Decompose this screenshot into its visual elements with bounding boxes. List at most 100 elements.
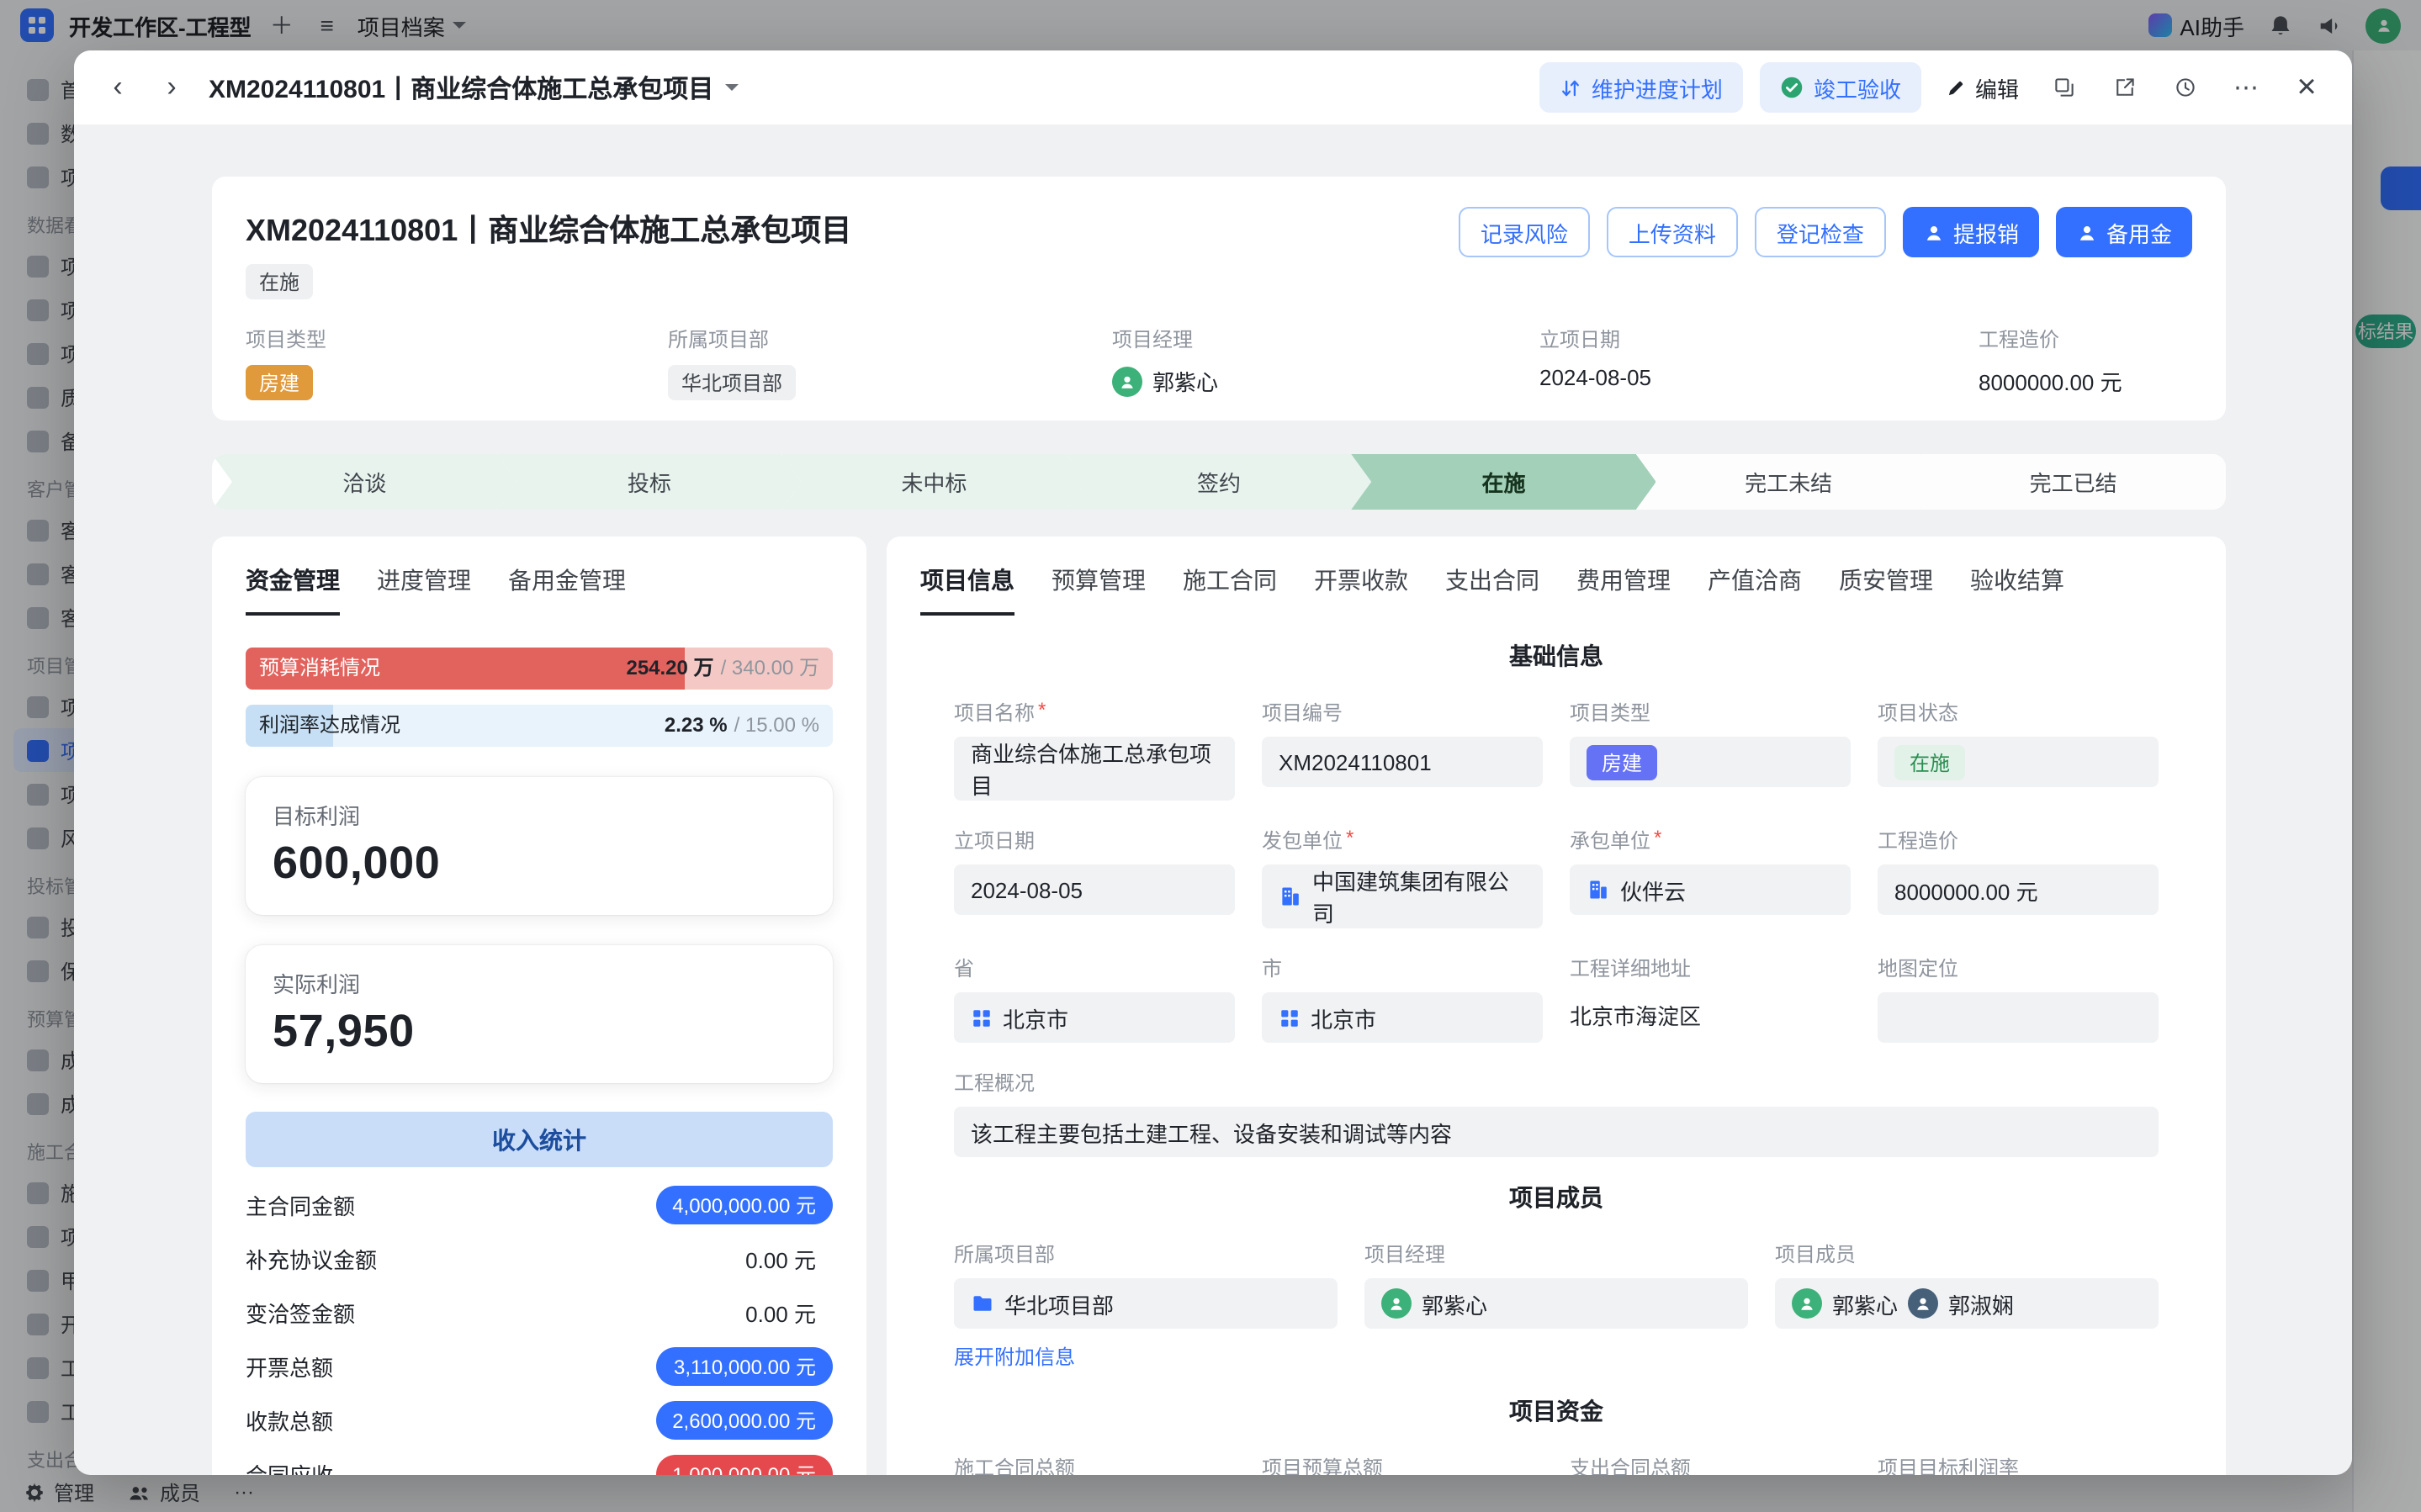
finance-row: 主合同金额 4,000,000.00 元 (246, 1177, 833, 1231)
outline-action-button[interactable]: 上传资料 (1607, 207, 1738, 257)
more-icon[interactable]: ⋯ (2224, 66, 2268, 109)
section-funds: 项目资金 (954, 1394, 2159, 1428)
project-status-tag: 在施 (1894, 744, 1965, 780)
project-type-tag: 房建 (1587, 744, 1657, 780)
outline-action-button[interactable]: 记录风险 (1459, 207, 1590, 257)
required-asterisk: * (1038, 698, 1046, 727)
forward-button[interactable]: › (151, 67, 192, 108)
city-select[interactable]: 北京市 (1262, 992, 1543, 1043)
start-date-input[interactable]: 2024-08-05 (954, 864, 1235, 915)
avatar (1908, 1288, 1938, 1319)
back-button[interactable]: ‹ (98, 67, 138, 108)
summary-field-cost: 工程造价 8000000.00 元 (1979, 325, 2192, 400)
info-tab[interactable]: 质安管理 (1839, 563, 1933, 616)
primary-action-button[interactable]: 备用金 (2056, 207, 2192, 257)
finance-row: 补充协议金额 0.00 元 (246, 1231, 833, 1285)
info-tab[interactable]: 产值洽商 (1708, 563, 1802, 616)
field-project-cost: 工程造价 8000000.00 元 (1878, 826, 2159, 928)
stage-step[interactable]: 签约 (1067, 454, 1372, 510)
budget-consumption-bar: 预算消耗情况 254.20 万 / 340.00 万 (246, 648, 833, 690)
outline-action-button[interactable]: 登记检查 (1755, 207, 1886, 257)
owner-unit-input[interactable]: 中国建筑集团有限公司 (1262, 864, 1543, 928)
building-icon (1279, 885, 1302, 908)
stage-step[interactable]: 洽谈 (212, 454, 517, 510)
actual-profit-card: 实际利润 57,950 (246, 945, 833, 1083)
info-tab[interactable]: 预算管理 (1052, 563, 1146, 616)
maintain-schedule-button[interactable]: 维护进度计划 (1539, 62, 1743, 113)
finance-tab[interactable]: 资金管理 (246, 563, 340, 616)
project-type-select[interactable]: 房建 (1570, 737, 1851, 787)
finance-tab[interactable]: 进度管理 (377, 563, 471, 616)
summary-field-dept: 所属项目部 华北项目部 (668, 325, 1112, 400)
field-project-name: 项目名称* 商业综合体施工总承包项目 (954, 698, 1235, 801)
history-icon[interactable] (2164, 66, 2207, 109)
finance-row-value: 3,110,000.00 元 (657, 1346, 833, 1385)
finance-row-value: 0.00 元 (745, 1296, 816, 1328)
region-grid-icon (1279, 1007, 1301, 1028)
info-tab[interactable]: 验收结算 (1970, 563, 2064, 616)
finance-tab[interactable]: 备用金管理 (508, 563, 626, 616)
info-tab[interactable]: 项目信息 (920, 563, 1014, 616)
summary-fields: 项目类型 房建 所属项目部 华北项目部 项目经理 郭紫心 (246, 325, 2192, 400)
info-tab[interactable]: 支出合同 (1445, 563, 1539, 616)
field-project-code: 项目编号 XM2024110801 (1262, 698, 1543, 801)
finance-rows: 主合同金额 4,000,000.00 元 补充协议金额 0.00 元 变洽签金额 (246, 1177, 833, 1475)
map-location-input[interactable] (1878, 992, 2159, 1043)
actual-profit-value: 57,950 (273, 1006, 806, 1058)
user-icon (2076, 221, 2098, 243)
copy-icon[interactable] (2042, 66, 2086, 109)
project-type-tag: 房建 (246, 365, 313, 400)
finance-panel: 资金管理 进度管理 备用金管理 预算消耗情况 254.20 万 / 340.00… (212, 537, 866, 1475)
section-members: 项目成员 (954, 1181, 2159, 1214)
stage-step[interactable]: 投标 (497, 454, 803, 510)
project-members-input[interactable]: 郭紫心 郭淑娴 (1775, 1278, 2159, 1329)
department-input[interactable]: 华北项目部 (954, 1278, 1338, 1329)
primary-action-button[interactable]: 提报销 (1903, 207, 2039, 257)
field-department: 所属项目部 华北项目部 展开附加信息 (954, 1240, 1338, 1371)
field-overview: 工程概况 该工程主要包括土建工程、设备安装和调试等内容 (954, 1068, 2159, 1157)
avatar (1381, 1288, 1412, 1319)
overview-input[interactable]: 该工程主要包括土建工程、设备安装和调试等内容 (954, 1107, 2159, 1157)
profit-rate-bar: 利润率达成情况 2.23 % / 15.00 % (246, 705, 833, 747)
finance-tabs: 资金管理 进度管理 备用金管理 (246, 563, 833, 616)
project-status-select[interactable]: 在施 (1878, 737, 2159, 787)
field-city: 市 北京市 (1262, 954, 1543, 1043)
project-name-input[interactable]: 商业综合体施工总承包项目 (954, 737, 1235, 801)
edit-button[interactable]: 编辑 (1938, 71, 2026, 103)
project-manager-input[interactable]: 郭紫心 (1364, 1278, 1748, 1329)
target-profit-value: 600,000 (273, 838, 806, 890)
info-tabs: 项目信息 预算管理 施工合同 开票收款 支出合同 费用管理 产值洽商 (920, 563, 2192, 616)
stage-step[interactable]: 完工未结 (1636, 454, 1942, 510)
fund-field: 项目预算总额 3,400,000.00 元 (1262, 1453, 1543, 1475)
completion-acceptance-button[interactable]: 竣工验收 (1760, 62, 1921, 113)
check-badge-icon (1780, 76, 1804, 99)
share-icon[interactable] (2103, 66, 2147, 109)
required-asterisk: * (1346, 826, 1354, 854)
stage-step[interactable]: 在施 (1351, 454, 1656, 510)
summary-field-type: 项目类型 房建 (246, 325, 668, 400)
fund-field: 施工合同总额 4,000,000.00 元 (954, 1453, 1235, 1475)
info-tab[interactable]: 开票收款 (1314, 563, 1408, 616)
manager-person[interactable]: 郭紫心 (1112, 365, 1539, 397)
contractor-unit-input[interactable]: 伙伴云 (1570, 864, 1851, 915)
avatar (1112, 366, 1142, 396)
stage-stepper: 洽谈 投标 未中标 签约 在施 完工未结 完工已结 (212, 454, 2226, 510)
project-code-input[interactable]: XM2024110801 (1262, 737, 1543, 787)
expand-extra-info-link[interactable]: 展开附加信息 (954, 1342, 1075, 1371)
close-icon[interactable]: × (2285, 66, 2328, 109)
province-select[interactable]: 北京市 (954, 992, 1235, 1043)
project-cost-input[interactable]: 8000000.00 元 (1878, 864, 2159, 915)
summary-field-date: 立项日期 2024-08-05 (1539, 325, 1979, 400)
sort-icon (1560, 77, 1581, 98)
stage-step[interactable]: 未中标 (781, 454, 1087, 510)
info-tab[interactable]: 施工合同 (1183, 563, 1277, 616)
address-value[interactable]: 北京市海淀区 (1570, 992, 1851, 1043)
income-statistics-button[interactable]: 收入统计 (246, 1112, 833, 1167)
summary-actions: 记录风险 上传资料 登记检查 (1459, 207, 1886, 257)
field-contractor-unit: 承包单位* 伙伴云 (1570, 826, 1851, 928)
title-dropdown-icon[interactable] (725, 84, 739, 91)
info-tab[interactable]: 费用管理 (1576, 563, 1671, 616)
finance-row-value: 1,000,000.00 元 (655, 1454, 833, 1475)
stage-step[interactable]: 完工已结 (1920, 454, 2226, 510)
project-detail-modal: ‹ › XM2024110801丨商业综合体施工总承包项目 维护进度计划 竣工 (74, 50, 2352, 1475)
